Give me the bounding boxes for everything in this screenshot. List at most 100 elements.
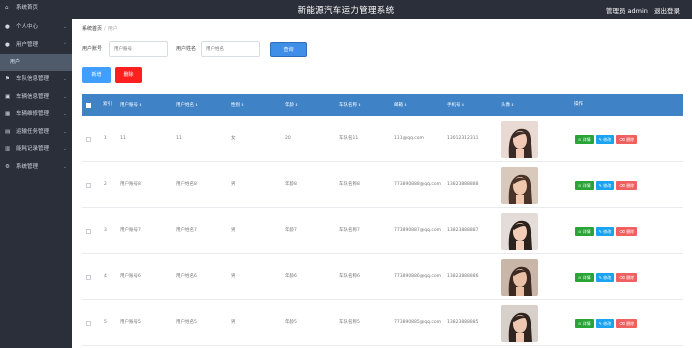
sidebar-item-label: 车辆维修管理 — [16, 111, 50, 117]
avatar-cell — [501, 116, 538, 162]
query-button[interactable]: 查询 — [270, 42, 307, 57]
col-age[interactable]: 年龄⇕ — [285, 94, 298, 116]
avatar-cell — [501, 300, 538, 346]
cell-name: 用户姓名8 — [176, 182, 197, 187]
row-delete-button[interactable]: ⌫ 删除 — [616, 180, 638, 190]
edit-button[interactable]: ✎ 修改 — [595, 180, 615, 190]
detail-button[interactable]: ⊙ 详情 — [575, 272, 594, 282]
sort-icon: ⇕ — [404, 103, 407, 107]
detail-button[interactable]: ⊙ 详情 — [575, 318, 594, 328]
breadcrumb: 系统首页 / 用户 — [82, 26, 118, 32]
users-icon: ● — [5, 41, 10, 48]
cell-email: 111@qq.com — [394, 136, 424, 141]
table-row: 2 用户账号8 用户姓名8 男 年龄8 车队名称8 773890888@qq.com 1382… — [82, 162, 683, 208]
col-avatar[interactable]: 头像⇕ — [501, 94, 514, 116]
ops-cell: ⊙ 详情 ✎ 修改 ⌫ 删除 — [575, 162, 638, 208]
user-table: 索引 用户账号⇕ 用户姓名⇕ 性别⇕ 年龄⇕ 车队名称⇕ 邮箱⇕ 手机号⇕ 头像… — [82, 94, 683, 346]
col-team[interactable]: 车队名称⇕ — [339, 94, 361, 116]
cell-account: 用户账号8 — [120, 182, 141, 187]
table-row: 1 11 11 女 20 车队名11 111@qq.com 13012312311 ⊙ 详情 … — [82, 116, 683, 162]
edit-button[interactable]: ✎ 修改 — [595, 318, 615, 328]
row-delete-button[interactable]: ⌫ 删除 — [616, 226, 638, 236]
ops-cell: ⊙ 详情 ✎ 修改 ⌫ 删除 — [575, 208, 638, 254]
cell-team: 车队名称7 — [339, 228, 360, 233]
row-delete-button[interactable]: ⌫ 删除 — [616, 134, 638, 144]
sidebar-item-profile[interactable]: ● 个人中心 ⌄ — [0, 19, 72, 37]
cell-age: 20 — [285, 136, 291, 141]
cell-account: 11 — [120, 136, 126, 141]
main-content: 系统首页/用户 用户账号 用户姓名 查询 新增 删除 索引 用户账号⇕ 用户姓名… — [72, 19, 692, 348]
col-email[interactable]: 邮箱⇕ — [394, 94, 407, 116]
col-account[interactable]: 用户账号⇕ — [120, 94, 142, 116]
cell-name: 用户姓名6 — [176, 274, 197, 279]
select-all-checkbox[interactable] — [86, 94, 91, 116]
sidebar-item-label: 个人中心 — [16, 24, 39, 30]
row-checkbox[interactable] — [86, 300, 91, 346]
sidebar-item-label: 能耗记录管理 — [16, 146, 50, 152]
col-index: 索引 — [103, 102, 112, 107]
chevron-down-icon: ⌄ — [63, 164, 67, 170]
cell-gender: 男 — [231, 320, 236, 325]
col-name[interactable]: 用户姓名⇕ — [176, 94, 198, 116]
sidebar-item-vehicle[interactable]: ▣ 车辆信息管理 ⌄ — [0, 89, 72, 107]
sidebar-item-label: 车队信息管理 — [16, 76, 50, 82]
table-row: 3 用户账号7 用户姓名7 男 年龄7 车队名称7 773890887@qq.com 1382… — [82, 208, 683, 254]
cell-age: 年龄5 — [285, 320, 297, 325]
edit-button[interactable]: ✎ 修改 — [595, 226, 615, 236]
col-gender[interactable]: 性别⇕ — [231, 94, 244, 116]
sidebar-item-label: 车辆信息管理 — [16, 93, 50, 100]
cell-age: 年龄7 — [285, 228, 297, 233]
row-delete-button[interactable]: ⌫ 删除 — [616, 272, 638, 282]
row-delete-button[interactable]: ⌫ 删除 — [616, 318, 638, 328]
edit-button[interactable]: ✎ 修改 — [595, 134, 615, 144]
row-checkbox[interactable] — [86, 254, 91, 300]
row-checkbox[interactable] — [86, 162, 91, 208]
breadcrumb-home[interactable]: 系统首页 — [82, 26, 102, 32]
cell-phone: 13823888886 — [447, 274, 479, 279]
name-label: 用户姓名 — [176, 46, 197, 52]
sidebar-item-task[interactable]: ▤ 运输任务管理 ⌄ — [0, 124, 72, 142]
detail-button[interactable]: ⊙ 详情 — [575, 134, 594, 144]
cell-age: 年龄6 — [285, 274, 297, 279]
cell-phone: 13012312311 — [447, 136, 479, 141]
name-input[interactable] — [201, 41, 260, 57]
sidebar-item-users[interactable]: ● 用户管理 ⌃ — [0, 37, 72, 55]
edit-button[interactable]: ✎ 修改 — [595, 272, 615, 282]
row-checkbox[interactable] — [86, 208, 91, 254]
detail-button[interactable]: ⊙ 详情 — [575, 180, 594, 190]
row-checkbox[interactable] — [86, 116, 91, 162]
avatar — [501, 120, 538, 158]
ops-cell: ⊙ 详情 ✎ 修改 ⌫ 删除 — [575, 116, 638, 162]
col-phone[interactable]: 手机号⇕ — [447, 94, 464, 116]
sidebar-item-team[interactable]: ⚑ 车队信息管理 ⌄ — [0, 71, 72, 89]
grid-icon: ▦ — [5, 111, 11, 117]
account-label: 用户账号 — [82, 46, 103, 52]
sidebar-item-system[interactable]: ⚙ 系统管理 ⌄ — [0, 159, 72, 177]
sidebar-item-repair[interactable]: ▦ 车辆维修管理 ⌄ — [0, 106, 72, 124]
top-bar: 新能源汽车运力管理系统 管理员 admin 退出登录 — [72, 0, 692, 19]
sidebar-item-label: 用户管理 — [16, 41, 39, 48]
user-label: 管理员 admin — [605, 7, 648, 15]
sidebar-item-energy[interactable]: ▥ 能耗记录管理 ⌄ — [0, 141, 72, 159]
cell-phone: 13823888888 — [447, 182, 479, 187]
cell-team: 车队名称8 — [339, 182, 360, 187]
ops-cell: ⊙ 详情 ✎ 修改 ⌫ 删除 — [575, 300, 638, 346]
cell-phone: 13823888887 — [447, 228, 479, 233]
add-button[interactable]: 新增 — [82, 67, 111, 83]
sort-icon: ⇕ — [461, 103, 465, 107]
detail-button[interactable]: ⊙ 详情 — [575, 226, 594, 236]
cell-team: 车队名称5 — [339, 320, 360, 325]
account-input[interactable] — [109, 41, 168, 57]
delete-button[interactable]: 删除 — [115, 67, 142, 83]
sidebar-subitem-user[interactable]: 用户 — [0, 54, 72, 71]
sort-icon: ⇕ — [139, 103, 142, 107]
chevron-up-icon: ⌃ — [63, 42, 67, 48]
cell-index: 3 — [104, 228, 107, 233]
logout-link[interactable]: 退出登录 — [654, 7, 680, 15]
avatar — [501, 304, 538, 342]
sidebar: ⌂ 系统首页 ● 个人中心 ⌄ ● 用户管理 ⌃ 用户 ⚑ 车队信息管理 ⌄ ▣… — [0, 0, 72, 348]
sidebar-item-label: 运输任务管理 — [16, 128, 50, 135]
table-header: 索引 用户账号⇕ 用户姓名⇕ 性别⇕ 年龄⇕ 车队名称⇕ 邮箱⇕ 手机号⇕ 头像… — [82, 94, 683, 116]
avatar-cell — [501, 208, 538, 254]
breadcrumb-current: 用户 — [107, 26, 118, 32]
